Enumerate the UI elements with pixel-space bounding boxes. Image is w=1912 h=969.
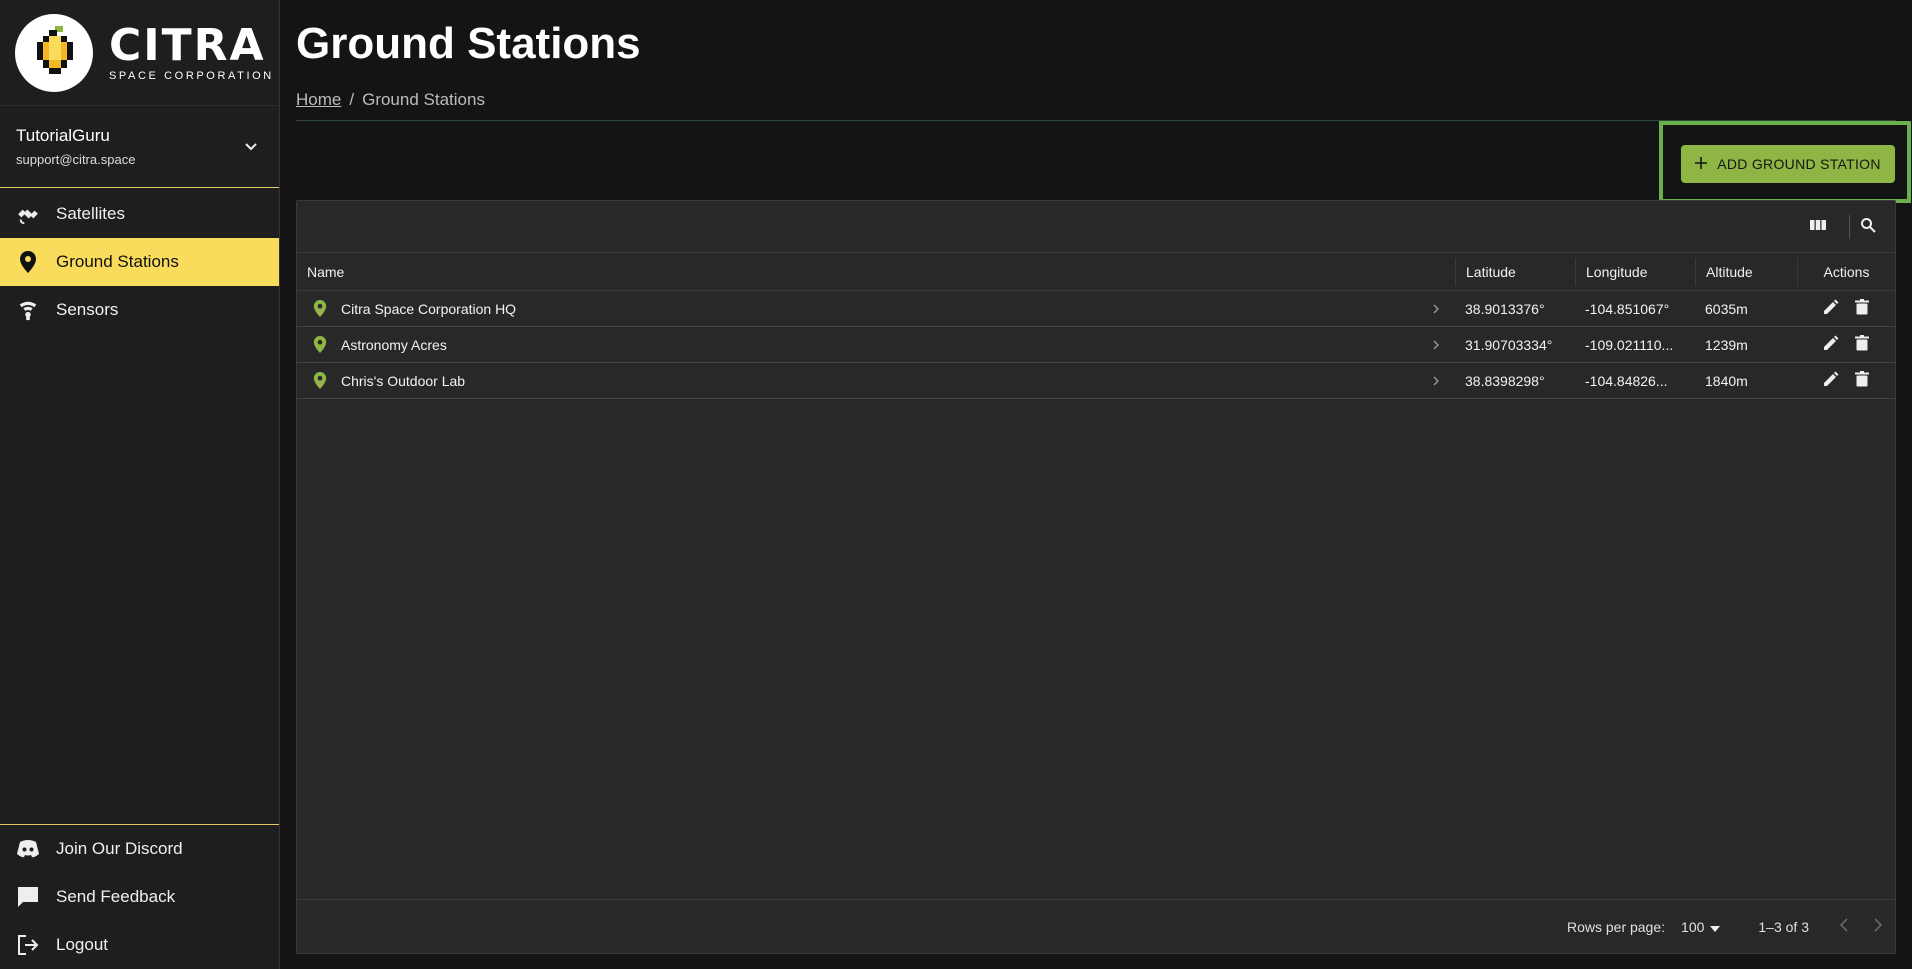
sensor-icon <box>16 298 40 322</box>
station-name: Citra Space Corporation HQ <box>341 300 517 317</box>
breadcrumb-current: Ground Stations <box>362 90 485 109</box>
logout-icon <box>16 933 40 957</box>
sidebar-footer: Join Our Discord Send Feedback Logout <box>0 824 279 969</box>
chat-icon <box>16 885 40 909</box>
page-title: Ground Stations <box>296 19 641 68</box>
chevron-right-icon[interactable] <box>1431 302 1441 318</box>
table-row[interactable]: Citra Space Corporation HQ 38.9013376° -… <box>297 291 1895 327</box>
sidebar-item-label: Join Our Discord <box>56 839 183 858</box>
user-email: support@citra.space <box>16 152 136 167</box>
edit-icon[interactable] <box>1823 335 1839 354</box>
sidebar-item-satellites[interactable]: Satellites <box>0 190 279 238</box>
edit-icon[interactable] <box>1823 299 1839 318</box>
table-header: Name Latitude Longitude Altitude Actions <box>297 253 1895 291</box>
user-menu[interactable]: TutorialGuru support@citra.space <box>0 106 279 188</box>
station-altitude: 6035m <box>1705 300 1748 317</box>
sidebar-item-sensors[interactable]: Sensors <box>0 286 279 334</box>
brand-subtitle: SPACE CORPORATION <box>109 69 274 82</box>
brand[interactable]: CITRA SPACE CORPORATION <box>0 0 279 106</box>
delete-icon[interactable] <box>1855 335 1869 354</box>
main-content: Ground Stations Home / Ground Stations A… <box>296 0 1912 954</box>
add-ground-station-button[interactable]: ADD GROUND STATION <box>1681 145 1895 183</box>
search-icon[interactable] <box>1860 217 1876 238</box>
toolbar-divider <box>1849 215 1850 239</box>
station-altitude: 1239m <box>1705 336 1748 353</box>
sidebar-item-feedback[interactable]: Send Feedback <box>0 873 279 921</box>
breadcrumb: Home / Ground Stations <box>296 90 1896 121</box>
caret-down-icon <box>1710 919 1721 935</box>
sidebar: CITRA SPACE CORPORATION TutorialGuru sup… <box>0 0 280 969</box>
station-longitude: -104.84826... <box>1585 372 1668 389</box>
sidebar-item-logout[interactable]: Logout <box>0 921 279 969</box>
sidebar-item-label: Send Feedback <box>56 887 176 906</box>
chevron-right-icon[interactable] <box>1431 374 1441 390</box>
rows-per-page-label: Rows per page: <box>1566 918 1666 935</box>
sidebar-item-label: Logout <box>56 935 108 954</box>
edit-icon[interactable] <box>1823 371 1839 390</box>
main-nav: Satellites Ground Stations Sensors <box>0 190 279 334</box>
map-pin-icon <box>16 250 40 274</box>
chevron-right-icon[interactable] <box>1431 338 1441 354</box>
discord-icon <box>16 837 40 861</box>
sidebar-item-ground-stations[interactable]: Ground Stations <box>0 238 279 286</box>
map-pin-icon <box>313 299 327 318</box>
pagination-range: 1–3 of 3 <box>1758 918 1809 935</box>
columns-icon[interactable] <box>1809 217 1827 238</box>
delete-icon[interactable] <box>1855 371 1869 390</box>
column-header-altitude[interactable]: Altitude <box>1695 257 1797 286</box>
column-header-name[interactable]: Name <box>297 264 1455 280</box>
station-latitude: 38.9013376° <box>1465 300 1545 317</box>
station-name: Astronomy Acres <box>341 336 447 353</box>
column-header-longitude[interactable]: Longitude <box>1575 257 1695 286</box>
sidebar-item-label: Ground Stations <box>56 252 179 271</box>
map-pin-icon <box>313 335 327 354</box>
table-toolbar <box>297 201 1895 253</box>
brand-name: CITRA <box>109 19 266 71</box>
plus-icon <box>1695 156 1708 172</box>
add-button-label: ADD GROUND STATION <box>1717 156 1881 172</box>
table-row[interactable]: Chris's Outdoor Lab 38.8398298° -104.848… <box>297 363 1895 399</box>
delete-icon[interactable] <box>1855 299 1869 318</box>
page-toolbar: ADD GROUND STATION <box>296 121 1912 205</box>
station-latitude: 38.8398298° <box>1465 372 1545 389</box>
ground-stations-table: Name Latitude Longitude Altitude Actions… <box>296 200 1896 954</box>
column-header-latitude[interactable]: Latitude <box>1455 257 1575 286</box>
sidebar-item-label: Satellites <box>56 204 125 223</box>
sidebar-item-discord[interactable]: Join Our Discord <box>0 825 279 873</box>
station-longitude: -109.021110... <box>1585 336 1674 353</box>
table-row[interactable]: Astronomy Acres 31.90703334° -109.021110… <box>297 327 1895 363</box>
user-name: TutorialGuru <box>16 126 110 145</box>
breadcrumb-separator: / <box>349 90 355 109</box>
map-pin-icon <box>313 371 327 390</box>
next-page-icon[interactable] <box>1873 918 1883 935</box>
citra-logo-icon <box>15 13 93 92</box>
station-latitude: 31.90703334° <box>1465 336 1553 353</box>
rows-per-page-select[interactable]: 100 <box>1681 918 1721 935</box>
previous-page-icon[interactable] <box>1839 918 1849 935</box>
column-header-actions: Actions <box>1797 257 1895 286</box>
station-longitude: -104.851067° <box>1585 300 1670 317</box>
breadcrumb-home-link[interactable]: Home <box>296 90 341 110</box>
station-name: Chris's Outdoor Lab <box>341 372 466 389</box>
rows-per-page-value: 100 <box>1681 918 1705 935</box>
table-pagination: Rows per page: 100 1–3 of 3 <box>297 899 1895 953</box>
chevron-down-icon[interactable] <box>243 138 259 159</box>
satellite-icon <box>16 202 40 226</box>
sidebar-item-label: Sensors <box>56 300 119 319</box>
station-altitude: 1840m <box>1705 372 1748 389</box>
